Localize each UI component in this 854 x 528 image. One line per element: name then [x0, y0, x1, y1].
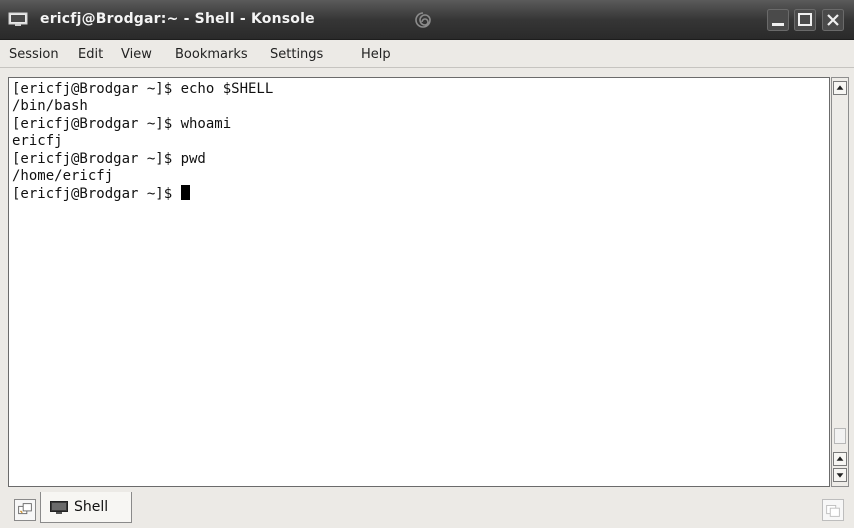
- terminal-line: [ericfj@Brodgar ~]$ echo $SHELL: [12, 81, 274, 97]
- terminal-icon: [50, 501, 68, 514]
- terminal-line: ericfj: [12, 133, 63, 150]
- terminal-output[interactable]: [ericfj@Brodgar ~]$ echo $SHELL /bin/bas…: [8, 77, 830, 487]
- terminal-prompt-line: [ericfj@Brodgar ~]$: [12, 185, 273, 202]
- scrollbar-handle[interactable]: [834, 428, 846, 444]
- close-session-icon[interactable]: [822, 499, 844, 521]
- swirl-icon: [415, 12, 431, 28]
- scroll-down-arrow-icon[interactable]: [833, 468, 847, 482]
- minimize-icon[interactable]: [767, 9, 789, 31]
- konsole-window: ericfj@Brodgar:~ - Shell - Konsole Sessi…: [0, 0, 854, 528]
- menu-edit[interactable]: Edit: [78, 47, 103, 62]
- menu-bar: Session Edit View Bookmarks Settings Hel…: [0, 40, 854, 68]
- maximize-icon[interactable]: [794, 9, 816, 31]
- title-bar[interactable]: ericfj@Brodgar:~ - Shell - Konsole: [0, 0, 854, 40]
- terminal-line: [ericfj@Brodgar ~]$ pwd: [12, 150, 206, 167]
- text-cursor: [180, 185, 190, 201]
- close-icon[interactable]: [822, 9, 844, 31]
- menu-view[interactable]: View: [121, 47, 152, 62]
- menu-settings[interactable]: Settings: [270, 47, 323, 62]
- monitor-icon[interactable]: [8, 12, 28, 27]
- terminal-line: /bin/bash: [12, 98, 88, 115]
- tab-label: Shell: [74, 499, 109, 515]
- vertical-scrollbar[interactable]: [831, 77, 849, 487]
- tab-shell[interactable]: Shell: [40, 492, 132, 523]
- menu-session[interactable]: Session: [9, 47, 59, 62]
- terminal-line: [ericfj@Brodgar ~]$ whoami: [12, 115, 232, 132]
- terminal-prompt: [ericfj@Brodgar ~]$: [12, 186, 181, 203]
- scroll-up-arrow-icon[interactable]: [833, 81, 847, 95]
- menu-help[interactable]: Help: [361, 47, 391, 62]
- scroll-up-arrow-icon[interactable]: [833, 452, 847, 466]
- window-title: ericfj@Brodgar:~ - Shell - Konsole: [40, 11, 315, 27]
- terminal-line: /home/ericfj: [12, 167, 114, 184]
- menu-bookmarks[interactable]: Bookmarks: [175, 47, 248, 62]
- session-tab-bar: Shell: [0, 490, 854, 528]
- new-session-icon[interactable]: [14, 499, 36, 521]
